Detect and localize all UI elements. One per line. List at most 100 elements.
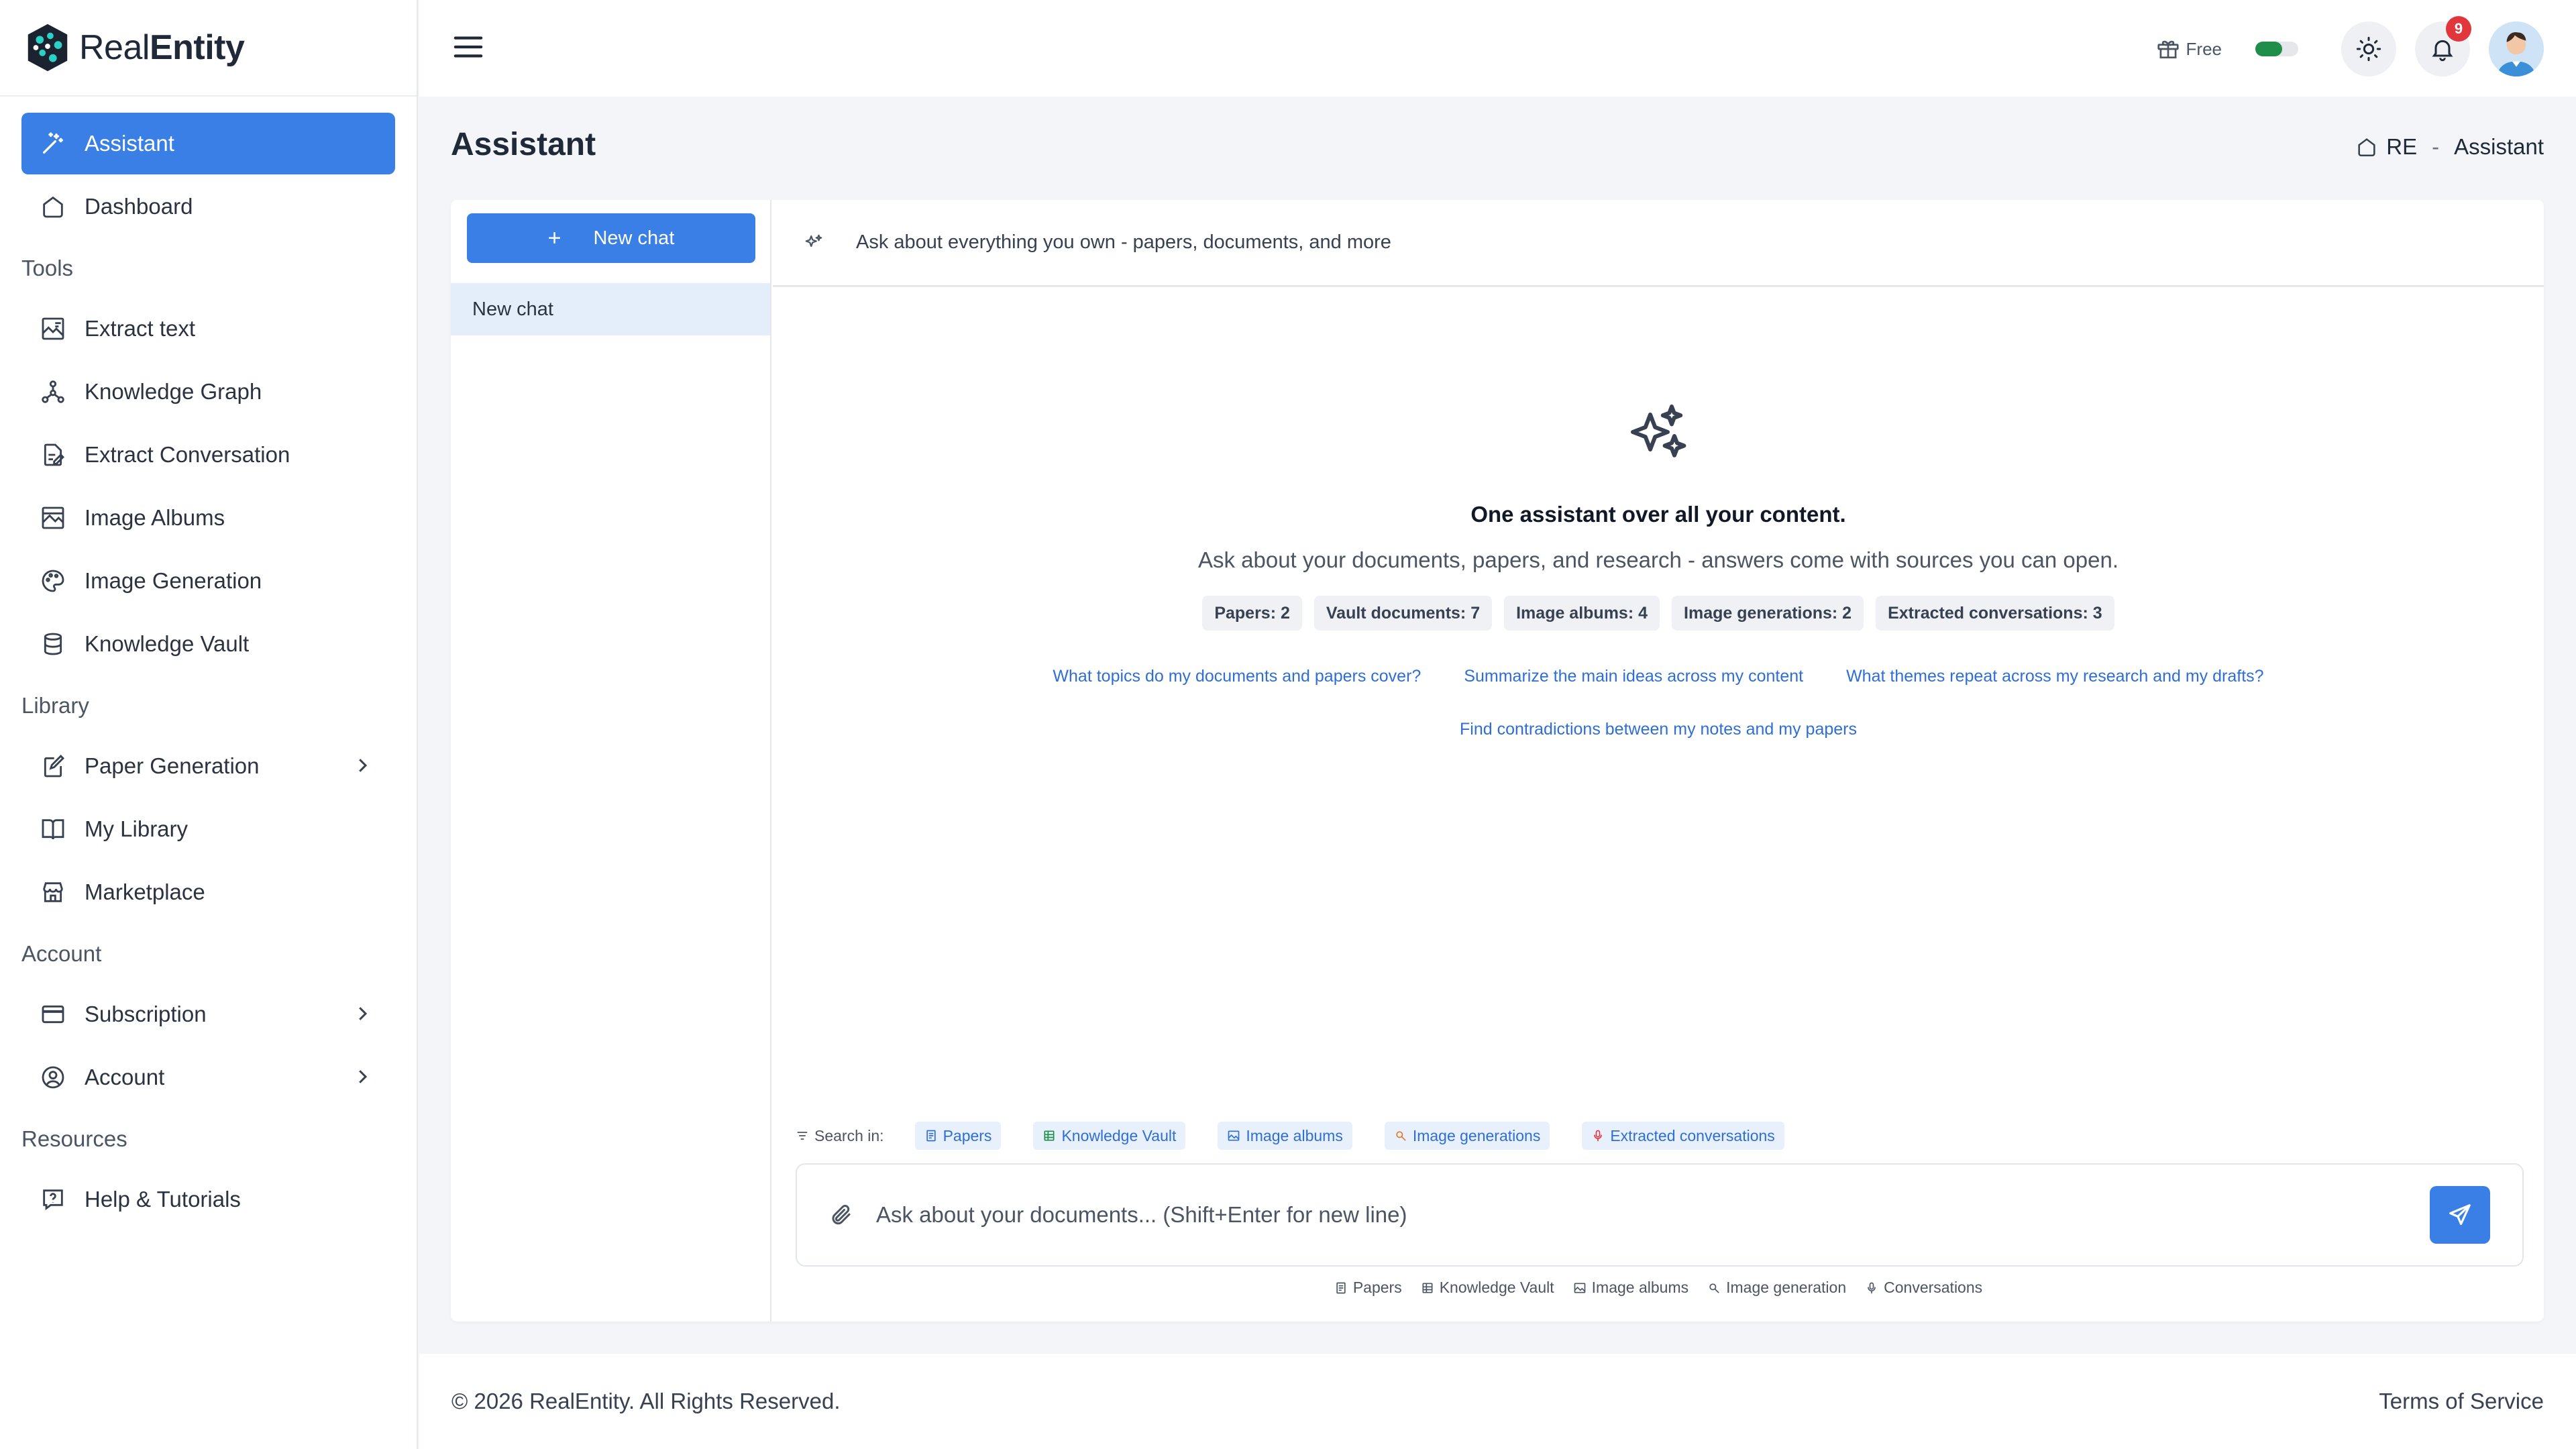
wand-icon (1396, 1131, 1406, 1141)
sidebar-item-label: Dashboard (85, 194, 193, 219)
breadcrumb-current: Assistant (2454, 134, 2544, 159)
magic-wand-icon (39, 129, 67, 158)
microphone-icon (1868, 1282, 1876, 1293)
search-scope-bar: Search in: Papers Knowledge Vault Image … (796, 1122, 1817, 1150)
sidebar-item-marketplace[interactable]: Marketplace (21, 861, 395, 923)
book-open-icon (39, 815, 67, 843)
scope-image-albums[interactable]: Image albums (1218, 1122, 1352, 1150)
sun-icon (2356, 36, 2381, 62)
plan-indicator[interactable]: Free (2155, 36, 2222, 62)
brand-logo[interactable]: RealEntity (0, 0, 417, 97)
avatar[interactable] (2489, 21, 2544, 76)
source-image-albums: Image albums (1573, 1279, 1688, 1297)
stat-chip-papers: Papers: 2 (1202, 596, 1302, 631)
sidebar-item-image-albums[interactable]: Image Albums (21, 487, 395, 549)
hamburger-menu-icon[interactable] (453, 34, 484, 60)
send-button[interactable] (2430, 1186, 2490, 1244)
content-stats: Papers: 2 Vault documents: 7 Image album… (773, 596, 2544, 631)
sidebar-item-label: Paper Generation (85, 753, 260, 778)
terms-of-service-link[interactable]: Terms of Service (2379, 1389, 2544, 1414)
sidebar-item-account[interactable]: Account (21, 1046, 395, 1108)
image-icon (1228, 1130, 1240, 1141)
status-toggle[interactable] (2255, 42, 2298, 56)
stat-chip-extracted-conversations: Extracted conversations: 3 (1876, 596, 2114, 631)
help-icon (39, 1185, 67, 1214)
scope-label: Image generations (1412, 1126, 1541, 1144)
logo-mark-icon (28, 23, 68, 72)
chat-header-prompt: Ask about everything you own - papers, d… (856, 231, 1391, 253)
home-icon (39, 193, 67, 221)
sidebar-item-label: Extract text (85, 316, 196, 341)
empty-state: One assistant over all your content. Ask… (773, 401, 2544, 773)
footer: © 2026 RealEntity. All Rights Reserved. … (419, 1354, 2576, 1449)
suggestion-link[interactable]: What topics do my documents and papers c… (1053, 667, 1421, 686)
store-icon (39, 878, 67, 906)
breadcrumb-root[interactable]: RE (2386, 134, 2417, 160)
user-avatar-icon (2489, 21, 2544, 76)
sparkles-icon (1631, 405, 1686, 458)
section-title-tools: Tools (21, 256, 74, 280)
graph-nodes-icon (39, 378, 67, 406)
sidebar: RealEntity Assistant Dashboard Tools Ext… (0, 0, 418, 1449)
source-knowledge-vault: Knowledge Vault (1421, 1279, 1554, 1297)
top-header: Free 9 (419, 0, 2576, 97)
source-label: Image albums (1591, 1279, 1689, 1296)
scope-image-generations[interactable]: Image generations (1384, 1122, 1550, 1150)
suggestion-link[interactable]: Summarize the main ideas across my conte… (1464, 667, 1803, 686)
document-edit-icon (39, 441, 67, 469)
source-conversations: Conversations (1865, 1279, 1982, 1297)
sidebar-item-label: Subscription (85, 1002, 207, 1026)
plus-icon: + (547, 225, 561, 251)
scope-label: Papers (943, 1126, 992, 1144)
suggestion-link[interactable]: Find contradictions between my notes and… (1460, 720, 1857, 739)
scope-papers[interactable]: Papers (914, 1122, 1002, 1150)
source-image-generation: Image generation (1707, 1279, 1846, 1297)
gift-icon (2157, 40, 2179, 59)
brand-name-bold: Entity (149, 28, 245, 67)
sidebar-item-extract-text[interactable]: Extract text (21, 298, 395, 360)
sidebar-item-dashboard[interactable]: Dashboard (21, 176, 395, 237)
message-composer (796, 1163, 2524, 1267)
page-title: Assistant (451, 127, 596, 162)
hero-title: One assistant over all your content. (1470, 502, 1846, 527)
sidebar-item-paper-generation[interactable]: Paper Generation (21, 735, 395, 797)
sidebar-item-extract-conversation[interactable]: Extract Conversation (21, 424, 395, 486)
scope-extracted-conversations[interactable]: Extracted conversations (1582, 1122, 1784, 1150)
scope-knowledge-vault[interactable]: Knowledge Vault (1033, 1122, 1186, 1150)
sidebar-item-image-generation[interactable]: Image Generation (21, 550, 395, 612)
theme-toggle-button[interactable] (2341, 21, 2396, 76)
sidebar-item-help-tutorials[interactable]: Help & Tutorials (21, 1169, 395, 1230)
plan-label: Free (2186, 38, 2222, 59)
document-icon (926, 1130, 936, 1142)
section-title-library: Library (21, 693, 89, 718)
sparkles-icon (805, 234, 822, 247)
document-icon (1336, 1282, 1346, 1293)
search-in-text: Search in: (814, 1126, 884, 1144)
chat-list-item[interactable]: New chat (451, 283, 770, 335)
notifications-button[interactable]: 9 (2415, 16, 2471, 76)
image-text-icon (39, 315, 67, 343)
source-label: Papers (1352, 1279, 1402, 1296)
microphone-icon (1594, 1130, 1603, 1142)
sidebar-item-knowledge-vault[interactable]: Knowledge Vault (21, 613, 395, 675)
scope-label: Knowledge Vault (1061, 1126, 1177, 1144)
chevron-right-icon (359, 759, 368, 772)
suggestions-row: What topics do my documents and papers c… (773, 667, 2544, 686)
stat-chip-vault-documents: Vault documents: 7 (1313, 596, 1493, 631)
sidebar-item-subscription[interactable]: Subscription (21, 983, 395, 1045)
credit-card-icon (39, 1000, 67, 1028)
source-papers: Papers (1334, 1279, 1402, 1297)
message-input[interactable] (876, 1202, 2352, 1228)
sidebar-item-knowledge-graph[interactable]: Knowledge Graph (21, 361, 395, 423)
paperclip-icon[interactable] (829, 1203, 853, 1227)
suggestion-link[interactable]: What themes repeat across my research an… (1846, 667, 2263, 686)
stat-chip-image-albums: Image albums: 4 (1504, 596, 1660, 631)
sidebar-item-assistant[interactable]: Assistant (21, 113, 395, 174)
sidebar-item-my-library[interactable]: My Library (21, 798, 395, 860)
chevron-right-icon (359, 1070, 368, 1083)
chat-area: Ask about everything you own - papers, d… (773, 200, 2544, 1322)
vault-icon (1422, 1283, 1433, 1293)
sidebar-item-label: Image Albums (85, 505, 225, 530)
new-chat-button[interactable]: + New chat (467, 213, 755, 263)
sidebar-item-label: Marketplace (85, 879, 205, 904)
